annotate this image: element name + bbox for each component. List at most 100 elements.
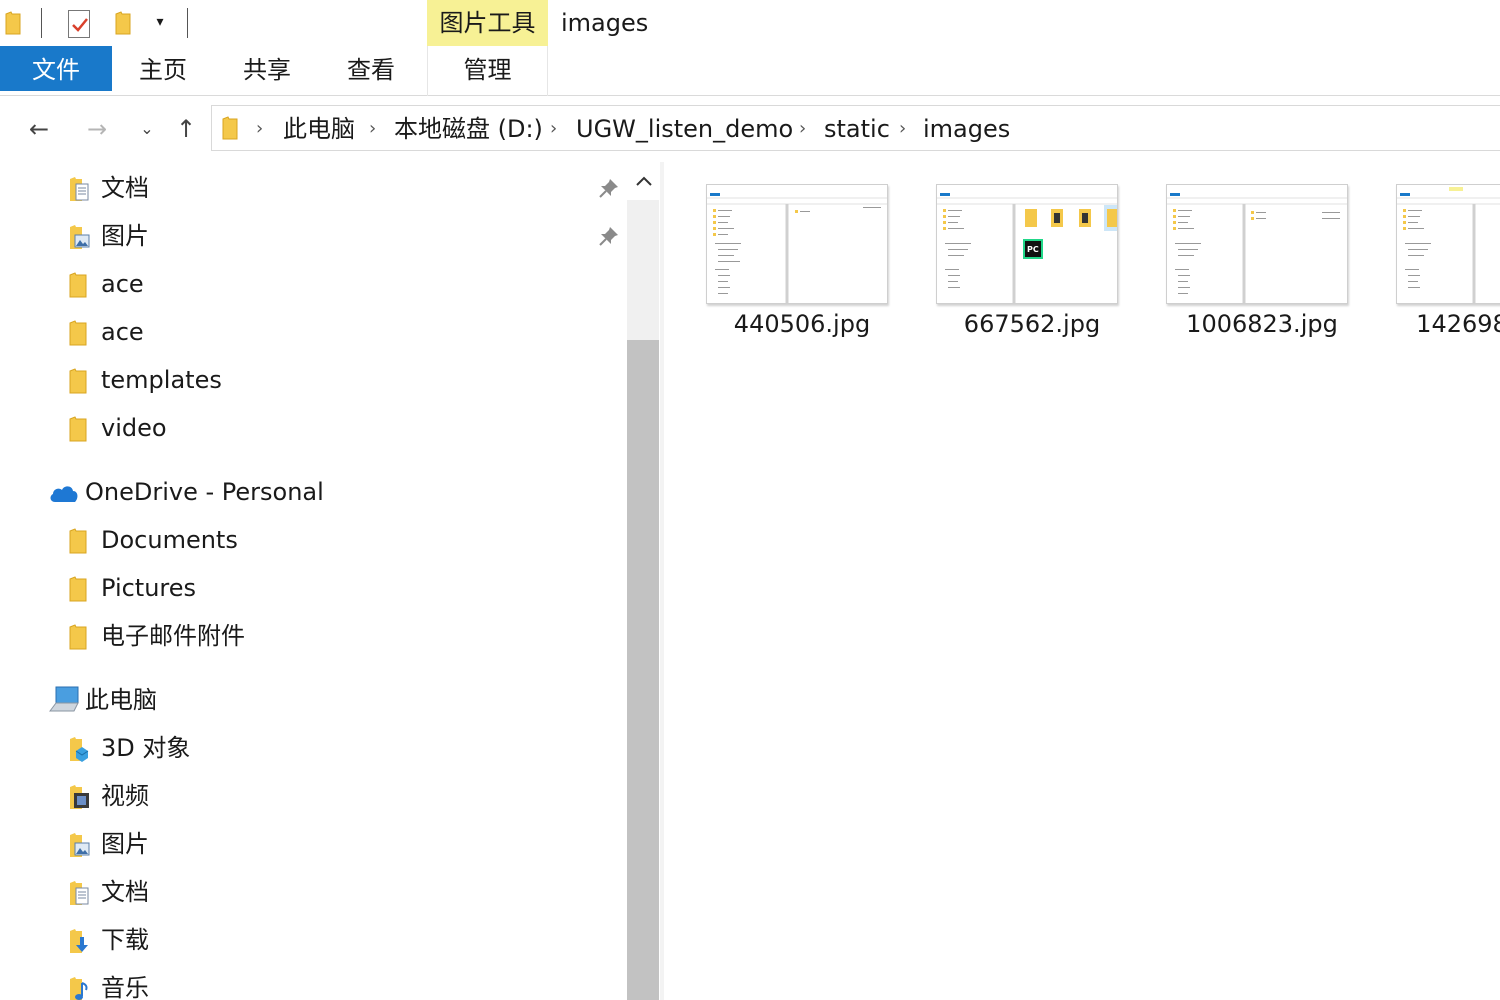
customize-toolbar-dropdown[interactable]: ▾ [150,14,170,34]
videos-icon [70,785,89,809]
breadcrumb-chevron-icon[interactable]: › [799,106,806,152]
file-tile[interactable]: 1006823.jpg [1124,182,1348,352]
nav-item-folder[interactable]: Documents [68,520,588,560]
documents-folder-icon [70,177,89,201]
nav-item-this-pc[interactable]: 此电脑 [48,680,588,720]
documents-folder-icon [70,881,89,905]
nav-item-documents[interactable]: 文档 [68,168,588,208]
chevron-up-icon[interactable] [634,172,654,192]
file-thumbnail [1396,184,1500,304]
file-view: 440506.jpg PC 667562.jpg 1006823.jpg 142… [664,162,1500,1000]
scrollbar-thumb[interactable] [627,340,659,1000]
nav-item-label: 电子邮件附件 [101,622,245,650]
file-thumbnail [1166,184,1348,304]
scrollbar-track[interactable] [627,200,659,340]
file-thumbnail: PC [936,184,1118,304]
downloads-icon [70,929,88,953]
3d-objects-icon [70,737,89,762]
nav-item-label: video [101,414,167,442]
toolbar-separator [187,8,188,38]
pictures-folder-icon [70,225,90,249]
nav-item-downloads[interactable]: 下载 [68,920,588,960]
folder-icon [69,624,87,650]
nav-item-label: ace [101,318,144,346]
pictures-folder-icon [70,833,90,857]
nav-item-folder[interactable]: Pictures [68,568,588,608]
folder-icon [69,320,87,346]
breadcrumb-item[interactable]: UGW_listen_demo [576,106,793,152]
breadcrumb-item-current[interactable]: images [923,106,1010,152]
breadcrumb-chevron-icon[interactable]: › [256,106,263,152]
new-folder-icon[interactable] [114,10,132,36]
nav-item-label: templates [101,366,222,394]
file-tile[interactable]: 1426985.jpg [1354,182,1500,352]
nav-item-folder[interactable]: templates [68,360,588,400]
window-title: images [561,9,649,37]
file-tile[interactable]: PC 667562.jpg [894,182,1118,352]
tab-view[interactable]: 查看 [330,46,412,91]
tab-home[interactable]: 主页 [122,46,204,91]
tab-file[interactable]: 文件 [0,46,112,91]
address-bar[interactable]: › 此电脑 › 本地磁盘 (D:) › UGW_listen_demo › st… [211,105,1500,151]
file-thumbnail [706,184,888,304]
pin-icon[interactable] [598,177,620,199]
nav-item-videos[interactable]: 视频 [68,776,588,816]
nav-item-pictures[interactable]: 图片 [68,824,588,864]
navigation-pane: 文档 图片 ace ace templates video OneDrive -… [0,162,627,1000]
nav-item-label: ace [101,270,144,298]
navigation-row: ← → ⌄ ↑ › 此电脑 › 本地磁盘 (D:) › UGW_listen_d… [0,100,1500,162]
ribbon-tabs: 文件 主页 共享 查看 管理 [0,46,1500,96]
breadcrumb-chevron-icon[interactable]: › [369,106,376,152]
properties-icon[interactable] [68,10,90,38]
computer-icon [49,686,79,712]
folder-icon [69,272,87,298]
recent-locations-chevron-icon[interactable]: ⌄ [132,114,162,144]
nav-item-folder[interactable]: ace [68,264,588,304]
folder-icon [69,416,87,442]
folder-icon [69,528,87,554]
tab-manage[interactable]: 管理 [427,46,548,96]
file-name: 1426985.jpg [1416,310,1500,338]
music-icon [70,977,88,1000]
nav-item-folder[interactable]: 电子邮件附件 [68,616,588,656]
nav-item-folder[interactable]: ace [68,312,588,352]
back-arrow-icon[interactable]: ← [24,114,54,144]
nav-item-label: 3D 对象 [101,734,191,762]
up-arrow-icon[interactable]: ↑ [171,114,201,144]
breadcrumb-chevron-icon[interactable]: › [899,106,906,152]
folder-icon[interactable] [4,10,22,36]
file-tile[interactable]: 440506.jpg [664,182,888,352]
nav-item-pictures[interactable]: 图片 [68,216,588,256]
folder-icon [222,116,238,140]
breadcrumb-chevron-icon[interactable]: › [550,106,557,152]
picture-tools-tab[interactable]: 图片工具 [427,0,548,46]
onedrive-cloud-icon [50,486,78,502]
nav-item-label: 图片 [101,222,149,250]
toolbar-separator [41,8,42,38]
title-bar: ▾ 图片工具 images [0,0,1500,46]
nav-item-music[interactable]: 音乐 [68,968,588,1000]
breadcrumb-item[interactable]: 本地磁盘 (D:) [394,106,543,152]
folder-icon [69,576,87,602]
nav-item-label: Pictures [101,574,197,602]
nav-item-label: 文档 [101,878,149,906]
svg-text:PC: PC [1027,245,1039,254]
forward-arrow-icon[interactable]: → [82,114,112,144]
nav-item-onedrive[interactable]: OneDrive - Personal [48,472,588,512]
nav-item-label: 视频 [101,782,149,810]
nav-item-label: 下载 [101,926,149,954]
folder-icon [69,368,87,394]
nav-item-label: 图片 [101,830,149,858]
nav-item-label: OneDrive - Personal [85,478,324,506]
nav-item-folder[interactable]: video [68,408,588,448]
nav-item-label: Documents [101,526,238,554]
nav-item-label: 音乐 [101,974,149,1000]
nav-item-label: 此电脑 [85,686,157,714]
pin-icon[interactable] [598,225,620,247]
nav-item-label: 文档 [101,174,149,202]
nav-item-3d-objects[interactable]: 3D 对象 [68,728,588,768]
tab-share[interactable]: 共享 [226,46,308,91]
breadcrumb-item[interactable]: static [824,106,890,152]
nav-item-documents[interactable]: 文档 [68,872,588,912]
breadcrumb-item[interactable]: 此电脑 [283,106,355,152]
